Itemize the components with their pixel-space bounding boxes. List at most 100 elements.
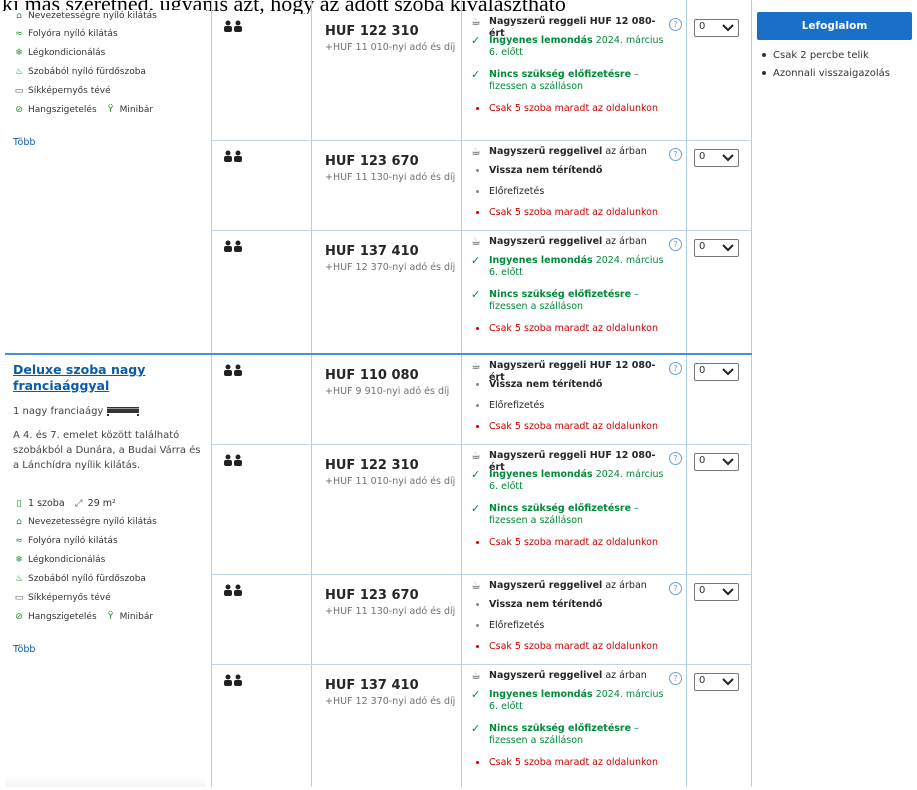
scarcity-info: Csak 5 szoba maradt az oldalunkon xyxy=(471,537,671,549)
no-prepay-info: ✓ Nincs szükség előfizetésre – fizessen a… xyxy=(471,722,639,747)
bath-icon: ♨ xyxy=(14,574,24,584)
non-refundable-info: Vissza nem térítendő xyxy=(471,165,671,177)
offer-separator xyxy=(211,230,752,231)
occupancy-cell xyxy=(211,356,311,446)
conditions-cell: ☕ Nagyszerű reggelivel az árban ✓ Ingyenes … xyxy=(461,666,686,790)
offer-price: HUF 123 670 xyxy=(325,154,419,169)
free-cancel-info: ✓ Ingyenes lemondás 2024. március 6. előt… xyxy=(471,468,664,493)
offer-separator xyxy=(211,444,752,445)
check-icon: ✓ xyxy=(471,288,481,301)
offer-tax: +HUF 12 370-nyi adó és díj xyxy=(325,696,456,707)
prepayment-info: Előrefizetés xyxy=(471,620,671,632)
room-qty-select[interactable]: 0 xyxy=(694,453,739,471)
room-qty-select[interactable]: 0 xyxy=(694,363,739,381)
minibar-icon: Ÿ xyxy=(107,612,114,622)
conditions-cell: ☕ Nagyszerű reggeli HUF 12 080-ért Vissza … xyxy=(461,356,686,446)
amenity-item: ≈ Folyóra nyíló kilátás xyxy=(13,29,117,42)
select-cell: 0 xyxy=(686,356,752,446)
meal-info: ☕ Nagyszerű reggelivel az árban xyxy=(471,145,647,158)
help-icon[interactable]: ? xyxy=(669,362,682,375)
tv-icon: ▭ xyxy=(14,86,24,96)
help-icon[interactable]: ? xyxy=(669,148,682,161)
check-icon: ✓ xyxy=(471,68,481,81)
more-link[interactable]: Több xyxy=(13,137,35,148)
amenity-item: ≈ Folyóra nyíló kilátás xyxy=(13,536,117,549)
help-icon[interactable]: ? xyxy=(669,582,682,595)
offer-price: HUF 122 310 xyxy=(325,24,419,39)
help-icon[interactable]: ? xyxy=(669,18,682,31)
occupancy-cell xyxy=(211,12,311,142)
soundproof-icon: ⊘ xyxy=(15,105,23,115)
scarcity-info: Csak 5 szoba maradt az oldalunkon xyxy=(471,323,671,335)
price-cell: HUF 123 670 +HUF 11 130-nyi adó és díj xyxy=(311,142,461,232)
price-cell: HUF 122 310 +HUF 11 010-nyi adó és díj xyxy=(311,12,461,142)
scarcity-info: Csak 5 szoba maradt az oldalunkon xyxy=(471,421,671,433)
help-icon[interactable]: ? xyxy=(669,452,682,465)
amenity-item: ⊘ Hangszigetelés Ÿ Minibár xyxy=(13,105,153,118)
chevron-down-icon xyxy=(722,244,734,252)
check-icon: ✓ xyxy=(471,502,481,515)
price-cell: HUF 137 410 +HUF 12 370-nyi adó és díj xyxy=(311,666,461,790)
soundproof-icon: ⊘ xyxy=(15,612,23,622)
offer-price: HUF 137 410 xyxy=(325,678,419,693)
booking-info-item: Azonnali visszaigazolás xyxy=(762,68,890,79)
scarcity-info: Csak 5 szoba maradt az oldalunkon xyxy=(471,757,671,769)
conditions-cell: ☕ Nagyszerű reggeli HUF 12 080-ért ✓ Ingyen… xyxy=(461,12,686,142)
room-deluxe-info: Deluxe szoba nagy franciaággyal 1 nagy f… xyxy=(5,356,206,766)
occupancy-cell xyxy=(211,142,311,232)
breakfast-icon: ☕ xyxy=(471,15,481,28)
price-cell: HUF 110 080 +HUF 9 910-nyi adó és díj xyxy=(311,356,461,446)
offer-price: HUF 122 310 xyxy=(325,458,419,473)
prepayment-info: Előrefizetés xyxy=(471,186,671,198)
landmark-icon: ⌂ xyxy=(16,11,22,21)
free-cancel-info: ✓ Ingyenes lemondás 2024. március 6. előt… xyxy=(471,688,664,713)
select-cell: 0 xyxy=(686,576,752,666)
room-qty-select[interactable]: 0 xyxy=(694,673,739,691)
help-icon[interactable]: ? xyxy=(669,672,682,685)
more-link[interactable]: Több xyxy=(13,644,35,655)
snowflake-icon: ❄ xyxy=(15,555,23,565)
chevron-down-icon xyxy=(722,458,734,466)
chevron-down-icon xyxy=(722,368,734,376)
room-qty-select[interactable]: 0 xyxy=(694,239,739,257)
conditions-cell: ☕ Nagyszerű reggelivel az árban Vissza nem… xyxy=(461,576,686,666)
help-icon[interactable]: ? xyxy=(669,238,682,251)
room-separator xyxy=(5,353,752,355)
free-cancel-info: ✓ Ingyenes lemondás 2024. március 6. előt… xyxy=(471,34,664,59)
rooms-icon: ▯ xyxy=(16,498,22,509)
tv-icon: ▭ xyxy=(14,593,24,603)
size-icon: ⤢ xyxy=(74,498,83,509)
free-cancel-info: ✓ Ingyenes lemondás 2024. március 6. előt… xyxy=(471,254,664,279)
check-icon: ✓ xyxy=(471,34,481,47)
amenity-item: ❄ Légkondicionálás xyxy=(13,555,105,568)
amenity-item: ♨ Szobából nyíló fürdőszoba xyxy=(14,67,146,77)
occupancy-cell xyxy=(211,576,311,666)
offer-separator xyxy=(211,664,752,665)
scarcity-info: Csak 5 szoba maradt az oldalunkon xyxy=(471,103,671,115)
amenity-item: ▭ Síkképernyős tévé xyxy=(14,86,111,96)
room-qty-select[interactable]: 0 xyxy=(694,19,739,37)
non-refundable-info: Vissza nem térítendő xyxy=(471,599,671,611)
breakfast-icon: ☕ xyxy=(471,235,481,248)
no-prepay-info: ✓ Nincs szükség előfizetésre – fizessen a… xyxy=(471,68,639,93)
breakfast-icon: ☕ xyxy=(471,669,481,682)
occupancy-icon xyxy=(224,584,242,596)
room-qty-select[interactable]: 0 xyxy=(694,583,739,601)
chevron-down-icon xyxy=(722,154,734,162)
offer-tax: +HUF 11 130-nyi adó és díj xyxy=(325,606,456,617)
river-view-icon: ≈ xyxy=(15,29,23,39)
check-icon: ✓ xyxy=(471,468,481,481)
river-view-icon: ≈ xyxy=(15,536,23,546)
no-prepay-info: ✓ Nincs szükség előfizetésre – fizessen a… xyxy=(471,502,639,527)
occupancy-icon xyxy=(224,20,242,32)
book-button[interactable]: Lefoglalom xyxy=(757,12,912,40)
amenity-item: ▭ Síkképernyős tévé xyxy=(14,593,111,603)
amenity-item: ❄ Légkondicionálás xyxy=(13,48,105,61)
select-cell: 0 xyxy=(686,446,752,576)
room-qty-select[interactable]: 0 xyxy=(694,149,739,167)
occupancy-icon xyxy=(224,674,242,686)
non-refundable-info: Vissza nem térítendő xyxy=(471,379,671,391)
no-prepay-info: ✓ Nincs szükség előfizetésre – fizessen a… xyxy=(471,288,639,313)
room-title-link[interactable]: Deluxe szoba nagy franciaággyal xyxy=(13,362,198,394)
amenity-item: ⌂ Nevezetességre nyíló kilátás xyxy=(13,11,157,24)
